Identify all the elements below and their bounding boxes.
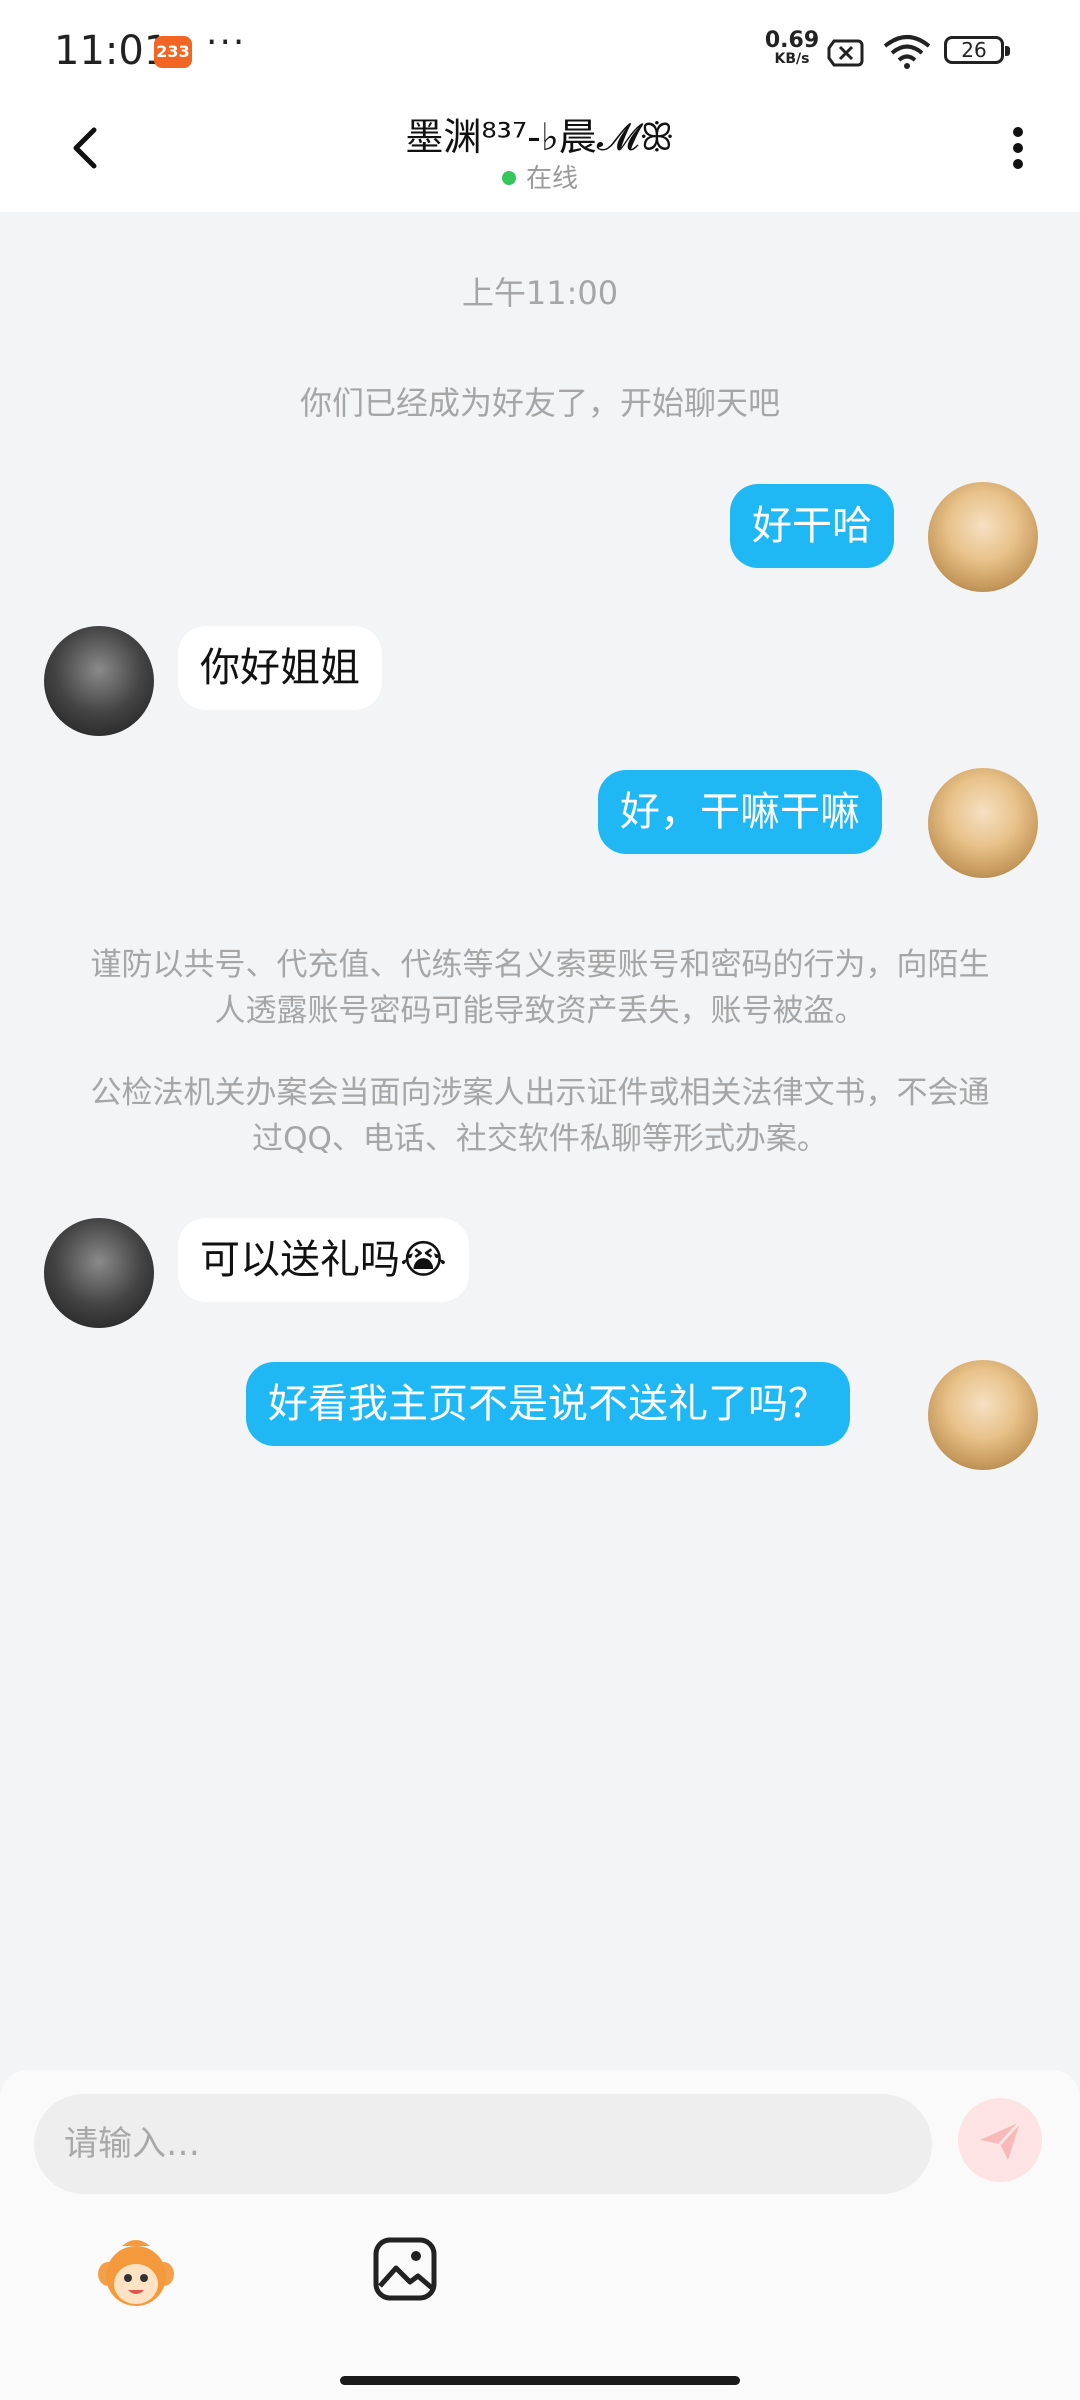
wifi-icon (883, 35, 931, 69)
home-indicator[interactable] (340, 2376, 740, 2385)
more-notifications-icon: ··· (206, 22, 247, 63)
message-bubble-received[interactable]: 你好姐姐 (178, 626, 382, 710)
online-dot-icon (501, 170, 516, 185)
contact-avatar[interactable] (44, 626, 154, 736)
contact-name: 墨渊⁸³⁷-♭晨𝓜ꕥ (405, 115, 675, 159)
message-bubble-sent[interactable]: 好，干嘛干嘛 (598, 770, 882, 854)
contact-avatar[interactable] (44, 1218, 154, 1328)
friend-added-tip: 你们已经成为好友了，开始聊天吧 (299, 384, 780, 422)
input-area (0, 2070, 1080, 2400)
no-sim-icon (827, 39, 864, 67)
chat-header: 墨渊⁸³⁷-♭晨𝓜ꕥ 在线 (0, 100, 1080, 212)
message-bubble-received[interactable]: 可以送礼吗😭 (178, 1218, 469, 1302)
network-speed-value: 0.69 (764, 28, 820, 53)
battery-indicator: 26 (944, 36, 1010, 64)
my-avatar[interactable] (928, 768, 1038, 878)
status-time: 11:01 (54, 28, 170, 74)
online-status-label: 在线 (525, 164, 578, 194)
send-icon (980, 2120, 1022, 2160)
status-bar: 11:01 233 ··· 0.69 KB/s 26 (0, 0, 1080, 100)
notification-badge: 233 (154, 36, 192, 68)
image-picker-icon[interactable] (370, 2234, 440, 2304)
online-status: 在线 (0, 158, 1080, 195)
message-timestamp: 上午11:00 (461, 274, 619, 312)
send-button[interactable] (958, 2098, 1042, 2182)
mascot-emoji-button[interactable] (94, 2232, 178, 2312)
message-bubble-sent[interactable]: 好看我主页不是说不送礼了吗？ (246, 1362, 850, 1446)
message-input[interactable] (34, 2094, 932, 2194)
more-options-button[interactable] (998, 118, 1038, 178)
my-avatar[interactable] (928, 482, 1038, 592)
message-bubble-sent[interactable]: 好干哈 (730, 484, 894, 568)
security-warning-police: 公检法机关办案会当面向涉案人出示证件或相关法律文书，不会通过QQ、电话、社交软件… (90, 1075, 990, 1157)
network-speed: 0.69 KB/s (762, 28, 822, 68)
security-warning-account: 谨防以共号、代充值、代练等名义索要账号和密码的行为，向陌生人透露账号密码可能导致… (90, 947, 990, 1029)
chat-area[interactable]: 上午11:00 你们已经成为好友了，开始聊天吧 好干哈 你好姐姐 好，干嘛干嘛 … (0, 212, 1080, 2072)
my-avatar[interactable] (928, 1360, 1038, 1470)
